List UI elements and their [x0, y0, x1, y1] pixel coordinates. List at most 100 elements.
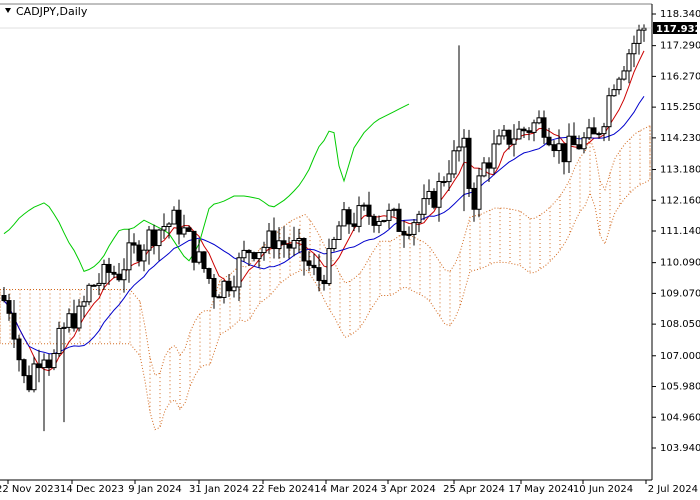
candle-body	[51, 353, 57, 369]
candle-body	[511, 138, 517, 145]
candle-body	[171, 209, 177, 225]
candle-body	[91, 284, 97, 287]
candle-body	[201, 251, 207, 270]
candle-body	[526, 130, 532, 133]
candle-body	[136, 244, 142, 262]
candle-body	[586, 127, 592, 139]
y-tick-label: 108.050	[660, 319, 700, 330]
candle-body	[546, 136, 552, 146]
candle-body	[341, 209, 347, 227]
candle-body	[456, 146, 462, 152]
candle-body	[296, 238, 302, 241]
candle-body	[156, 229, 162, 247]
candle-body	[591, 127, 597, 135]
candle-body	[6, 300, 12, 314]
y-tick-label: 103.940	[660, 443, 700, 454]
x-tick-label: 22 Feb 2024	[252, 484, 314, 495]
candle-body	[471, 187, 477, 210]
candle-body	[61, 326, 67, 329]
candle-body	[316, 267, 322, 281]
candle-body	[46, 359, 52, 369]
candle-body	[406, 233, 412, 236]
last-price-label: 117.932	[656, 24, 700, 35]
candle-body	[146, 229, 152, 251]
candle-body	[561, 143, 567, 163]
candle-body	[16, 338, 22, 361]
candle-body	[426, 190, 432, 200]
candle-body	[56, 327, 62, 355]
candle-body	[501, 129, 507, 137]
candlestick-chart: CADJPY,Daily 118.340 117.290 116.270 115.25…	[0, 0, 700, 500]
y-tick-label: 109.070	[660, 288, 700, 299]
candle-body	[371, 215, 377, 226]
candle-body	[216, 296, 222, 299]
candle-body	[431, 190, 437, 208]
candle-body	[106, 263, 112, 273]
candle-body	[636, 29, 642, 44]
candle-body	[166, 223, 172, 228]
candle-body	[281, 240, 287, 245]
candle-body	[71, 313, 77, 329]
candle-body	[141, 249, 147, 262]
chart-title: CADJPY,Daily	[16, 5, 88, 18]
candle-body	[356, 205, 362, 227]
candle-body	[186, 227, 192, 232]
candle-body	[266, 230, 272, 248]
candle-body	[241, 249, 247, 259]
candle-body	[196, 251, 202, 263]
candle-body	[96, 282, 102, 286]
candle-body	[11, 312, 17, 340]
candle-body	[451, 150, 457, 175]
candle-body	[601, 126, 607, 135]
candle-body	[346, 209, 352, 225]
candle-body	[86, 284, 92, 303]
candle-body	[551, 144, 557, 152]
candle-body	[596, 133, 602, 136]
candle-body	[236, 257, 242, 288]
candle-body	[581, 137, 587, 150]
candle-body	[466, 137, 472, 189]
candle-body	[286, 243, 292, 249]
candle-body	[536, 117, 542, 124]
y-tick-label: 110.090	[660, 258, 700, 269]
candle-body	[401, 230, 407, 236]
candle-body	[301, 238, 307, 262]
candle-body	[491, 143, 497, 169]
candle-body	[231, 286, 237, 292]
candle-body	[226, 280, 232, 292]
candle-body	[76, 305, 82, 329]
candle-body	[576, 144, 582, 150]
candle-body	[276, 240, 282, 250]
candle-body	[311, 264, 317, 269]
x-tick-label: 14 Mar 2024	[314, 484, 377, 495]
candle-body	[181, 227, 187, 235]
y-tick-label: 114.230	[660, 133, 700, 144]
x-tick-label: 9 Jan 2024	[128, 484, 182, 495]
y-tick-label: 104.960	[660, 412, 700, 423]
candle-body	[221, 280, 227, 298]
candle-body	[521, 128, 527, 132]
x-tick-label: 14 Dec 2023	[60, 484, 124, 495]
candle-body	[291, 239, 297, 249]
chart-background	[0, 0, 700, 500]
candle-body	[1, 294, 7, 302]
candle-body	[271, 230, 277, 250]
x-tick-label: 25 Apr 2024	[443, 484, 505, 495]
y-tick-label: 115.250	[660, 102, 700, 113]
candle-body	[616, 78, 622, 91]
candle-body	[336, 225, 342, 240]
candle-body	[396, 208, 402, 232]
y-tick-label: 116.270	[660, 71, 700, 82]
candle-body	[441, 181, 447, 184]
y-tick-label: 117.290	[660, 41, 700, 52]
candle-body	[251, 252, 257, 260]
candle-body	[416, 213, 422, 224]
candle-body	[261, 246, 267, 254]
candle-body	[256, 252, 262, 260]
candle-body	[436, 181, 442, 208]
x-tick-label: 22 Nov 2023	[0, 484, 60, 495]
candle-body	[411, 222, 417, 235]
candle-body	[421, 198, 427, 215]
candle-body	[211, 277, 217, 298]
y-axis: 118.340 117.290 116.270 115.250 114.230 113.1…	[652, 9, 700, 454]
